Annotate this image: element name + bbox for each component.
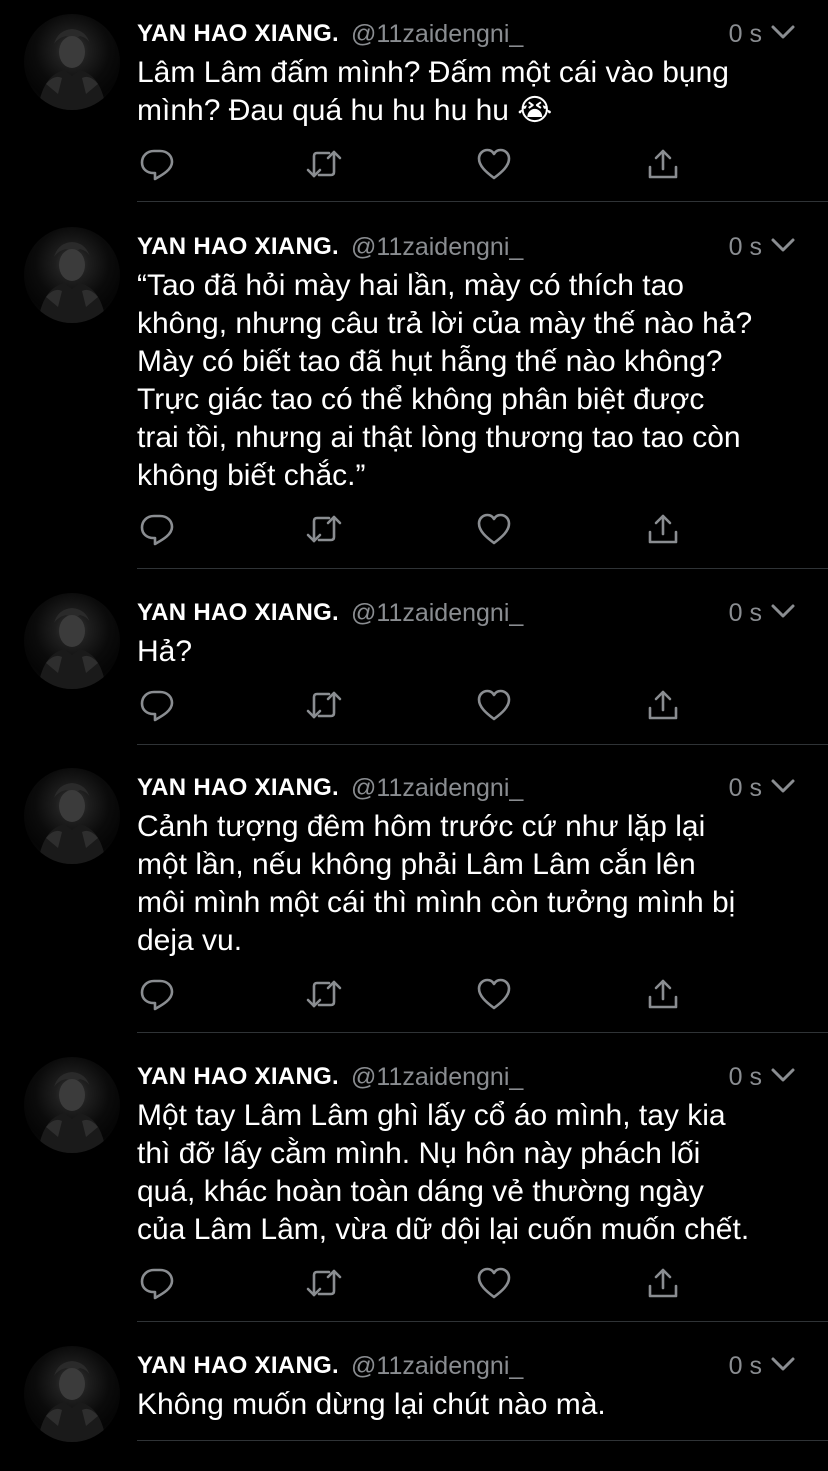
- tweet-text-line: thì đỡ lấy cằm mình. Nụ hôn này phách lố…: [137, 1137, 701, 1170]
- tweet-header: YAN HAO XIANG. @11zaidengni_ 0 s: [137, 772, 798, 804]
- timestamp: 0 s: [728, 598, 762, 627]
- author-name[interactable]: YAN HAO XIANG.: [137, 599, 339, 627]
- tweet-text-line: Một tay Lâm Lâm ghì lấy cổ áo mình, tay …: [137, 1099, 726, 1132]
- tweet-text: “Tao đã hỏi mày hai lần, mày có thích ta…: [137, 267, 805, 495]
- chevron-down-icon[interactable]: [770, 236, 796, 259]
- tweet-actions: [137, 1263, 697, 1303]
- tweet[interactable]: YAN HAO XIANG. @11zaidengni_ 0 s Một tay…: [0, 1043, 828, 1322]
- author-handle[interactable]: @11zaidengni_: [351, 20, 523, 49]
- tweet-text: Một tay Lâm Lâm ghì lấy cổ áo mình, tay …: [137, 1097, 805, 1249]
- avatar[interactable]: [24, 14, 120, 110]
- chevron-down-icon[interactable]: [770, 1355, 796, 1378]
- retweet-icon[interactable]: [304, 144, 344, 184]
- share-icon[interactable]: [643, 1263, 683, 1303]
- share-icon[interactable]: [643, 974, 683, 1014]
- tweet[interactable]: YAN HAO XIANG. @11zaidengni_ 0 s Không m…: [0, 1332, 828, 1471]
- divider: [137, 1440, 828, 1441]
- tweet-text: Không muốn dừng lại chút nào mà.: [137, 1386, 805, 1424]
- author-handle[interactable]: @11zaidengni_: [351, 774, 523, 803]
- tweet-header: YAN HAO XIANG. @11zaidengni_ 0 s: [137, 1350, 798, 1382]
- divider: [137, 1321, 828, 1322]
- tweet-actions: [137, 685, 697, 725]
- tweet-text: Cảnh tượng đêm hôm trước cứ như lặp lại …: [137, 808, 805, 960]
- timestamp: 0 s: [728, 1351, 762, 1380]
- retweet-icon[interactable]: [304, 974, 344, 1014]
- chevron-down-icon[interactable]: [770, 602, 796, 625]
- tweet-text: Lâm Lâm đấm mình? Đấm một cái vào bụng m…: [137, 54, 805, 130]
- share-icon[interactable]: [643, 685, 683, 725]
- tweet-text-line: không, nhưng câu trả lời của mày thế nào…: [137, 307, 753, 340]
- tweet[interactable]: YAN HAO XIANG. @11zaidengni_ 0 s “Tao đã…: [0, 213, 828, 569]
- tweet-text-line: môi mình một cái thì mình còn tưởng mình…: [137, 886, 736, 919]
- tweet-text-line: Mày có biết tao đã hụt hẫng thế nào khôn…: [137, 345, 723, 378]
- tweet-actions: [137, 144, 697, 184]
- reply-icon[interactable]: [137, 144, 177, 184]
- heart-icon[interactable]: [474, 1263, 514, 1303]
- reply-icon[interactable]: [137, 685, 177, 725]
- tweet-text-line: không biết chắc.”: [137, 459, 366, 492]
- reply-icon[interactable]: [137, 1263, 177, 1303]
- share-icon[interactable]: [643, 144, 683, 184]
- avatar[interactable]: [24, 227, 120, 323]
- avatar[interactable]: [24, 768, 120, 864]
- tweet-thread: YAN HAO XIANG. @11zaidengni_ 0 s Lâm Lâm…: [0, 0, 828, 1471]
- avatar[interactable]: [24, 1346, 120, 1442]
- author-handle[interactable]: @11zaidengni_: [351, 1352, 523, 1381]
- tweet-text-line: Không muốn dừng lại chút nào mà.: [137, 1388, 606, 1421]
- retweet-icon[interactable]: [304, 685, 344, 725]
- tweet[interactable]: YAN HAO XIANG. @11zaidengni_ 0 s Lâm Lâm…: [0, 0, 828, 202]
- timestamp: 0 s: [728, 19, 762, 48]
- tweet-header: YAN HAO XIANG. @11zaidengni_ 0 s: [137, 1061, 798, 1093]
- tweet-text-line: quá, khác hoàn toàn dáng vẻ thường ngày: [137, 1175, 704, 1208]
- tweet-text-line: “Tao đã hỏi mày hai lần, mày có thích ta…: [137, 269, 684, 302]
- author-handle[interactable]: @11zaidengni_: [351, 1063, 523, 1092]
- tweet-text-line: một lần, nếu không phải Lâm Lâm cắn lên: [137, 848, 696, 881]
- tweet[interactable]: YAN HAO XIANG. @11zaidengni_ 0 s Hả?: [0, 579, 828, 745]
- tweet-text-line: của Lâm Lâm, vừa dữ dội lại cuốn muốn ch…: [137, 1213, 750, 1246]
- chevron-down-icon[interactable]: [770, 777, 796, 800]
- tweet-actions: [137, 974, 697, 1014]
- author-name[interactable]: YAN HAO XIANG.: [137, 20, 339, 48]
- tweet-header: YAN HAO XIANG. @11zaidengni_ 0 s: [137, 231, 798, 263]
- heart-icon[interactable]: [474, 974, 514, 1014]
- reply-icon[interactable]: [137, 509, 177, 549]
- avatar[interactable]: [24, 593, 120, 689]
- author-name[interactable]: YAN HAO XIANG.: [137, 774, 339, 802]
- divider: [137, 201, 828, 202]
- heart-icon[interactable]: [474, 685, 514, 725]
- share-icon[interactable]: [643, 509, 683, 549]
- tweet-text-line: Lâm Lâm đấm mình? Đấm một cái vào bụng: [137, 56, 729, 89]
- author-name[interactable]: YAN HAO XIANG.: [137, 233, 339, 261]
- tweet-text-line: mình? Đau quá hu hu hu hu 😭: [137, 94, 553, 127]
- tweet-header: YAN HAO XIANG. @11zaidengni_ 0 s: [137, 597, 798, 629]
- tweet[interactable]: YAN HAO XIANG. @11zaidengni_ 0 s Cảnh tư…: [0, 754, 828, 1033]
- avatar[interactable]: [24, 1057, 120, 1153]
- author-name[interactable]: YAN HAO XIANG.: [137, 1063, 339, 1091]
- timestamp: 0 s: [728, 773, 762, 802]
- tweet-text-line: trai tồi, nhưng ai thật lòng thương tao …: [137, 421, 741, 454]
- author-handle[interactable]: @11zaidengni_: [351, 233, 523, 262]
- chevron-down-icon[interactable]: [770, 1066, 796, 1089]
- timestamp: 0 s: [728, 1062, 762, 1091]
- reply-icon[interactable]: [137, 974, 177, 1014]
- chevron-down-icon[interactable]: [770, 23, 796, 46]
- author-handle[interactable]: @11zaidengni_: [351, 599, 523, 628]
- tweet-text-line: Cảnh tượng đêm hôm trước cứ như lặp lại: [137, 810, 706, 843]
- tweet-text-line: Trực giác tao có thể không phân biệt đượ…: [137, 383, 705, 416]
- divider: [137, 1032, 828, 1033]
- retweet-icon[interactable]: [304, 1263, 344, 1303]
- tweet-text: Hả?: [137, 633, 805, 671]
- tweet-text-line: deja vu.: [137, 924, 243, 957]
- divider: [137, 744, 828, 745]
- heart-icon[interactable]: [474, 509, 514, 549]
- divider: [137, 568, 828, 569]
- tweet-actions: [137, 509, 697, 549]
- tweet-header: YAN HAO XIANG. @11zaidengni_ 0 s: [137, 18, 798, 50]
- timestamp: 0 s: [728, 232, 762, 261]
- author-name[interactable]: YAN HAO XIANG.: [137, 1352, 339, 1380]
- heart-icon[interactable]: [474, 144, 514, 184]
- tweet-text-line: Hả?: [137, 635, 193, 668]
- retweet-icon[interactable]: [304, 509, 344, 549]
